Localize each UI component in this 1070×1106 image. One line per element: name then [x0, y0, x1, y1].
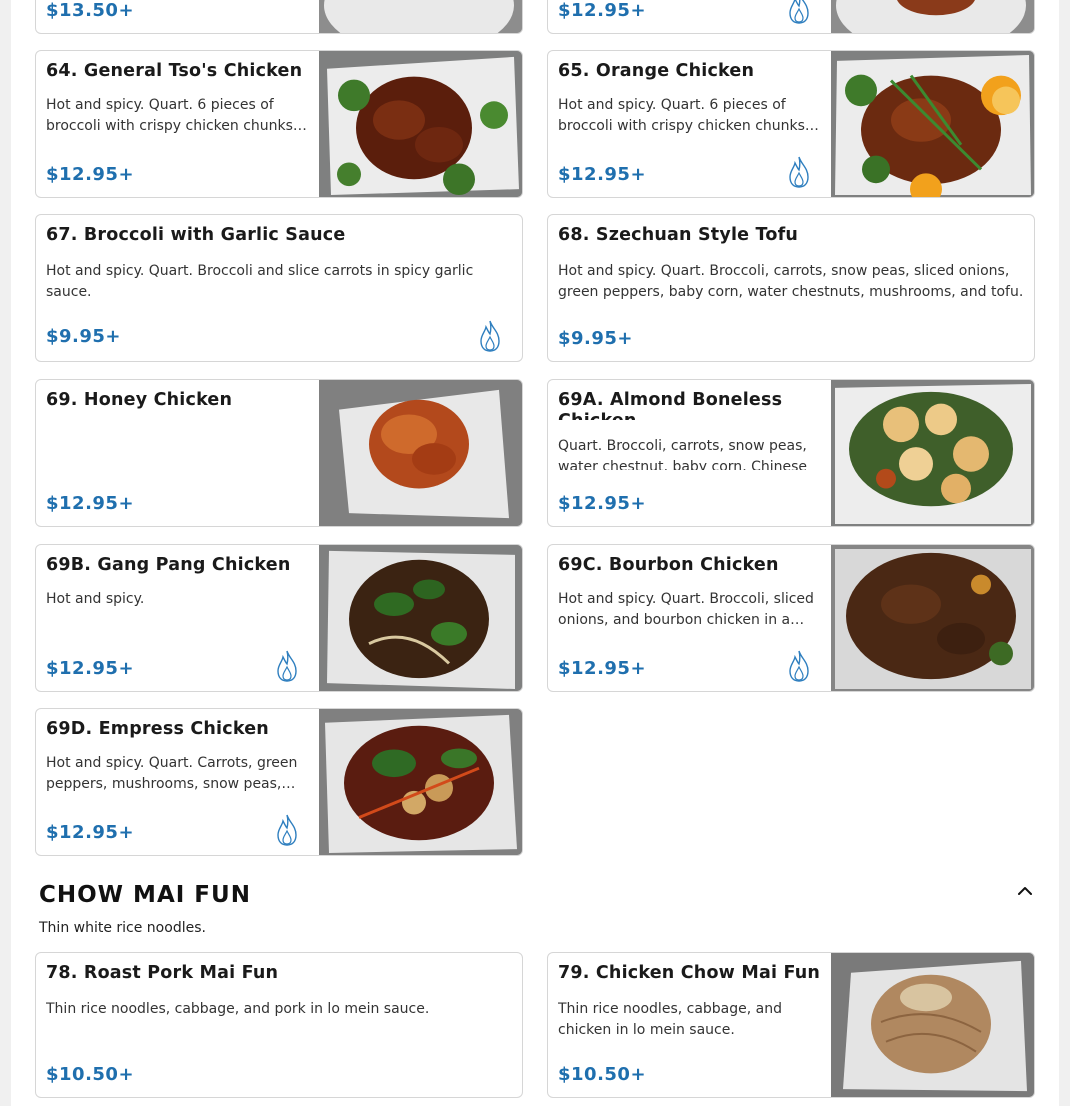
spicy-flame-icon: [789, 650, 809, 682]
dish-photo: [831, 545, 1034, 691]
item-description: Hot and spicy. Quart. 6 pieces of brocco…: [558, 97, 823, 134]
chevron-up-icon: [1018, 887, 1032, 895]
item-price: $12.95+: [558, 493, 647, 514]
menu-item-card[interactable]: 78. Roast Pork Mai Fun Thin rice noodles…: [35, 952, 523, 1098]
section-title: CHOW MAI FUN: [39, 882, 251, 908]
item-description: Hot and spicy. Quart. 6 pieces of brocco…: [46, 97, 311, 134]
menu-item-card[interactable]: $13.50+: [35, 0, 523, 34]
menu-item-card[interactable]: 69B. Gang Pang Chicken Hot and spicy. $1…: [35, 544, 523, 692]
menu-item-card[interactable]: 69. Honey Chicken $12.95+: [35, 379, 523, 527]
item-name: 69D. Empress Chicken: [46, 719, 269, 739]
dish-photo: [831, 51, 1034, 197]
item-description: Quart. Broccoli, carrots, snow peas, wat…: [558, 438, 808, 470]
item-name: 79. Chicken Chow Mai Fun: [558, 963, 821, 983]
item-description: Hot and spicy.: [46, 591, 145, 607]
item-price: $12.95+: [558, 0, 647, 21]
dish-photo: [319, 0, 522, 33]
item-name: 69C. Bourbon Chicken: [558, 555, 779, 575]
item-description: Thin rice noodles, cabbage, and chicken …: [558, 1001, 782, 1038]
item-description: Hot and spicy. Quart. Broccoli, sliced o…: [558, 591, 814, 628]
dish-photo: [831, 953, 1034, 1097]
item-description: Thin rice noodles, cabbage, and pork in …: [46, 1001, 430, 1017]
spicy-flame-icon: [480, 320, 500, 352]
menu-item-card[interactable]: 67. Broccoli with Garlic Sauce Hot and s…: [35, 214, 523, 362]
dish-photo: [319, 545, 522, 691]
spicy-flame-icon: [789, 0, 809, 24]
item-price: $12.95+: [46, 658, 135, 679]
spicy-flame-icon: [277, 814, 297, 846]
item-price: $10.50+: [46, 1064, 135, 1085]
spicy-flame-icon: [277, 650, 297, 682]
item-price: $9.95+: [558, 328, 634, 349]
section-description: Thin white rice noodles.: [39, 920, 206, 936]
spicy-flame-icon: [789, 156, 809, 188]
menu-item-card[interactable]: 69D. Empress Chicken Hot and spicy. Quar…: [35, 708, 523, 856]
dish-photo: [319, 380, 522, 526]
item-description: Hot and spicy. Quart. Broccoli and slice…: [46, 263, 474, 300]
menu-item-card[interactable]: 69A. Almond Boneless Chicken Quart. Broc…: [547, 379, 1035, 527]
item-price: $13.50+: [46, 0, 135, 21]
menu-item-card[interactable]: 65. Orange Chicken Hot and spicy. Quart.…: [547, 50, 1035, 198]
item-description: Hot and spicy. Quart. Carrots, green pep…: [46, 755, 298, 792]
item-price: $9.95+: [46, 326, 122, 347]
dish-photo: [831, 380, 1034, 526]
menu-item-card[interactable]: 64. General Tso's Chicken Hot and spicy.…: [35, 50, 523, 198]
menu-item-card[interactable]: $12.95+: [547, 0, 1035, 34]
item-price: $12.95+: [558, 164, 647, 185]
item-description: Hot and spicy. Quart. Broccoli, carrots,…: [558, 263, 1024, 300]
item-name: 68. Szechuan Style Tofu: [558, 225, 799, 245]
collapse-section-button[interactable]: [1014, 880, 1036, 902]
item-price: $12.95+: [46, 164, 135, 185]
dish-photo: [831, 0, 1034, 33]
item-name: 69B. Gang Pang Chicken: [46, 555, 291, 575]
item-name: 64. General Tso's Chicken: [46, 61, 303, 81]
item-name: 69. Honey Chicken: [46, 390, 233, 410]
item-name: 78. Roast Pork Mai Fun: [46, 963, 279, 983]
item-price: $12.95+: [558, 658, 647, 679]
item-price: $12.95+: [46, 822, 135, 843]
menu-item-card[interactable]: 69C. Bourbon Chicken Hot and spicy. Quar…: [547, 544, 1035, 692]
dish-photo: [319, 51, 522, 197]
item-name: 69A. Almond Boneless Chicken: [558, 390, 783, 420]
menu-item-card[interactable]: 68. Szechuan Style Tofu Hot and spicy. Q…: [547, 214, 1035, 362]
item-name: 65. Orange Chicken: [558, 61, 755, 81]
menu-page: $13.50+ $12.95+ 64. General Tso's Chicke…: [11, 0, 1059, 1106]
menu-item-card[interactable]: 79. Chicken Chow Mai Fun Thin rice noodl…: [547, 952, 1035, 1098]
item-name: 67. Broccoli with Garlic Sauce: [46, 225, 346, 245]
item-price: $10.50+: [558, 1064, 647, 1085]
dish-photo: [319, 709, 522, 855]
item-price: $12.95+: [46, 493, 135, 514]
